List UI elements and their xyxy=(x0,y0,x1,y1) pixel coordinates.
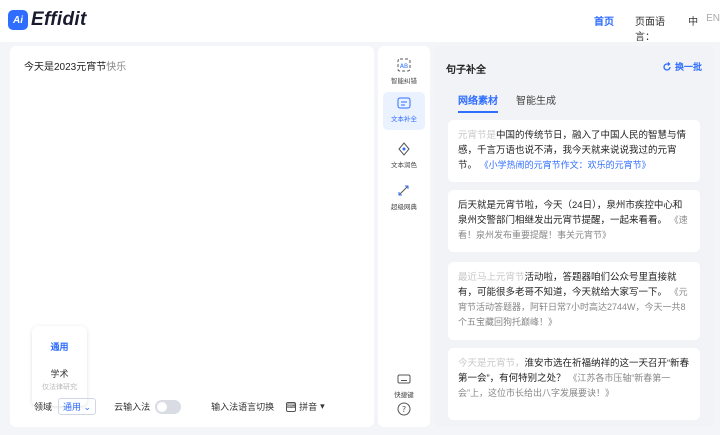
nav-home-link[interactable]: 首页 xyxy=(594,13,614,28)
tool-label: 文本润色 xyxy=(391,162,417,169)
language-en[interactable]: EN xyxy=(706,13,720,43)
tool-polish[interactable]: 文本润色 xyxy=(383,138,425,176)
logo-text: Effidit xyxy=(31,9,87,30)
refresh-label: 换一批 xyxy=(674,62,702,72)
top-bar: Ai Effidit 首页 页面语言： 中 EN xyxy=(0,0,720,43)
language-zh[interactable]: 中 xyxy=(688,13,698,43)
cloud-input-label: 云输入法 xyxy=(114,402,151,412)
svg-text:?: ? xyxy=(402,405,406,414)
suggestion-panel: 句子补全 换一批 网络素材 智能生成 元宵节是中国的传统节日，融入了中国人民的智… xyxy=(434,46,714,427)
refresh-icon xyxy=(663,61,671,71)
language-label: 页面语言： xyxy=(635,17,665,43)
editor-suggestion-hint: 快乐 xyxy=(106,62,127,73)
tool-label: 超级网典 xyxy=(391,204,417,211)
card-lead: 元宵节是 xyxy=(458,130,497,141)
card-body: 后天就是元宵节啦，今天（24日），泉州市疾控中心和泉州交警部门相继发出元宵节提醒… xyxy=(458,200,683,226)
cloud-input-toggle[interactable] xyxy=(155,399,182,414)
svg-text:AB: AB xyxy=(400,63,408,70)
editor-bottom-bar: 领域 通用 ⌄ 云输入法 输入法语言切换 ⌨ 拼音 ▾ xyxy=(34,398,325,415)
suggestion-card[interactable]: 元宵节是中国的传统节日，融入了中国人民的智慧与情感，千言万语也说不清，我今天就来… xyxy=(448,120,700,182)
card-lead: 最近马上元宵节 xyxy=(458,272,525,283)
editor-content: 今天是2023元宵节 xyxy=(24,62,107,73)
domain-select-value: 通用 xyxy=(63,402,82,412)
domain-label: 领域 xyxy=(34,402,53,412)
editor-panel[interactable]: 今天是2023元宵节快乐 通用 学术 仅法律研究 领域 通用 ⌄ 云输入法 输入… xyxy=(10,46,374,427)
panel-tabs: 网络素材 智能生成 xyxy=(458,92,556,113)
domain-card[interactable]: 通用 学术 仅法律研究 xyxy=(32,326,87,406)
card-source-link[interactable]: 《小学热闹的元宵节作文：欢乐的元宵节》 xyxy=(480,160,651,170)
tool-text-complete[interactable]: 文本补全 xyxy=(383,92,425,130)
panel-title: 句子补全 xyxy=(446,65,486,76)
keyboard-icon xyxy=(397,374,411,384)
tool-help[interactable]: ? xyxy=(383,398,425,420)
text-complete-icon xyxy=(397,97,411,109)
ime-language-value: 拼音 xyxy=(299,402,318,412)
dictionary-icon xyxy=(398,185,409,196)
tab-smart-generate[interactable]: 智能生成 xyxy=(516,92,556,113)
domain-select[interactable]: 通用 ⌄ xyxy=(58,398,97,415)
logo[interactable]: Ai Effidit xyxy=(8,9,87,31)
editor-text[interactable]: 今天是2023元宵节快乐 xyxy=(24,58,126,73)
suggestion-card[interactable]: 最近马上元宵节活动啦，答题器咱们公众号里直接就有，可能很多老哥不知道，今天就给大… xyxy=(448,262,700,340)
domain-card-title: 通用 xyxy=(50,342,69,352)
tool-column: AB 智能纠错 文本补全 文本润色 超级网典 快捷键 ? xyxy=(378,46,430,427)
ai-correct-icon: AB xyxy=(397,58,411,72)
logo-badge: Ai xyxy=(8,10,28,30)
polish-icon xyxy=(398,142,410,156)
tool-ai-correct[interactable]: AB 智能纠错 xyxy=(383,54,425,92)
help-icon: ? xyxy=(397,402,411,416)
tool-label: 文本补全 xyxy=(391,116,417,123)
tab-web-material[interactable]: 网络素材 xyxy=(458,92,498,113)
language-switcher: 页面语言： 中 EN xyxy=(635,13,720,43)
tool-label: 智能纠错 xyxy=(391,78,417,85)
keyboard-small-icon: ⌨ xyxy=(286,401,297,412)
suggestion-card[interactable]: 今天是元宵节，淮安市选在祈福纳祥的这一天召开“新春第一会”，有何特别之处？ 《江… xyxy=(448,348,700,420)
domain-card-subject: 学术 xyxy=(50,369,69,379)
ime-switch-label: 输入法语言切换 xyxy=(211,402,275,412)
domain-card-note: 仅法律研究 xyxy=(42,384,77,391)
card-lead: 今天是元宵节， xyxy=(458,358,525,369)
suggestion-card[interactable]: 后天就是元宵节啦，今天（24日），泉州市疾控中心和泉州交警部门相继发出元宵节提醒… xyxy=(448,190,700,252)
refresh-button[interactable]: 换一批 xyxy=(662,60,702,73)
tool-dictionary[interactable]: 超级网典 xyxy=(383,180,425,218)
ime-language-selector[interactable]: ⌨ 拼音 ▾ xyxy=(286,400,325,413)
